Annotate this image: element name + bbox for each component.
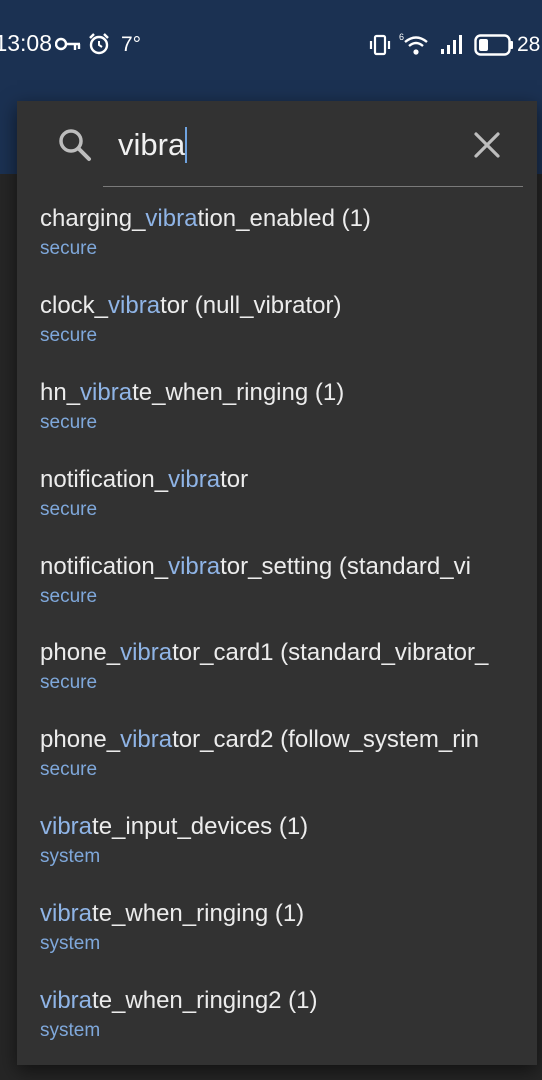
name-match: vibra	[168, 552, 221, 580]
name-suffix: te_when_ringing (1)	[92, 900, 305, 928]
setting-name: hn_vibrate_when_ringing (1)	[40, 377, 344, 409]
name-prefix: hn_	[40, 378, 81, 406]
status-bar: 13:08 7° 6 28	[0, 0, 542, 90]
search-icon	[59, 129, 91, 161]
search-query: vibra	[118, 127, 186, 162]
name-suffix: tor	[220, 465, 249, 493]
setting-namespace: secure	[40, 498, 98, 520]
battery-level: 28	[517, 33, 541, 56]
name-suffix: tor (null_vibrator)	[160, 291, 342, 319]
name-match: vibra	[108, 291, 161, 319]
setting-namespace: secure	[40, 585, 98, 607]
temperature: 7°	[121, 33, 142, 56]
setting-namespace: secure	[40, 759, 98, 781]
vibrate-icon	[369, 34, 391, 56]
name-match: vibra	[120, 639, 173, 667]
name-match: vibra	[120, 726, 173, 754]
search-bar: vibra	[17, 101, 537, 189]
list-item[interactable]: notification_vibrator secure	[17, 462, 537, 549]
setting-namespace: secure	[40, 238, 98, 259]
setting-namespace: system	[40, 1020, 101, 1042]
search-underline	[103, 186, 523, 187]
list-item[interactable]: phone_vibrator_card2 (follow_system_rins…	[17, 722, 537, 809]
close-icon[interactable]	[469, 127, 505, 163]
name-match: vibra	[80, 378, 133, 406]
name-suffix: tor_card1 (standard_vibrator_	[172, 639, 489, 667]
list-item[interactable]: notification_vibrator_setting (standard_…	[17, 549, 537, 636]
key-icon	[55, 37, 81, 51]
list-item[interactable]: phone_vibrator_card1 (standard_vibrator_…	[17, 635, 537, 722]
name-suffix: tion_enabled (1)	[197, 205, 371, 232]
text-caret	[185, 127, 188, 163]
name-suffix: te_when_ringing2 (1)	[92, 987, 318, 1015]
name-match: vibra	[40, 900, 93, 928]
battery-icon	[474, 34, 513, 56]
list-item[interactable]: vibrate_when_ringing (1) system	[17, 896, 537, 983]
setting-name: clock_vibrator (null_vibrator)	[40, 290, 341, 322]
name-prefix: phone_	[40, 726, 121, 754]
name-prefix: notification_	[40, 552, 169, 580]
setting-namespace: secure	[40, 324, 98, 346]
setting-namespace: system	[40, 933, 101, 955]
wifi-icon: 6	[399, 32, 428, 55]
setting-name: charging_vibration_enabled (1)	[40, 203, 371, 235]
setting-name: phone_vibrator_card1 (standard_vibrator_	[40, 637, 488, 669]
list-item[interactable]: hn_vibrate_when_ringing (1) secure	[17, 375, 537, 462]
list-item[interactable]: vibrate_when_ringing2 (1) system	[17, 983, 537, 1070]
setting-name: vibrate_when_ringing (1)	[40, 898, 304, 930]
alarm-icon	[89, 33, 109, 55]
name-suffix: te_when_ringing (1)	[132, 378, 345, 406]
list-item[interactable]: vibrate_input_devices (1) system	[17, 809, 537, 896]
name-match: vibra	[145, 205, 198, 232]
svg-text:6: 6	[399, 32, 404, 42]
name-prefix: notification_	[40, 465, 169, 493]
search-input[interactable]: vibra	[118, 127, 188, 163]
setting-namespace: system	[40, 846, 101, 868]
setting-namespace: secure	[40, 672, 98, 694]
name-match: vibra	[40, 813, 93, 841]
name-suffix: tor_setting (standard_vi	[220, 552, 471, 580]
setting-namespace: secure	[40, 411, 98, 433]
search-dropdown: vibra charging_vibration_enabled (1) secu…	[17, 101, 537, 1065]
name-prefix: clock_	[40, 291, 109, 319]
name-prefix: phone_	[40, 639, 121, 667]
list-item[interactable]: charging_vibration_enabled (1) secure	[17, 201, 537, 288]
results-list: charging_vibration_enabled (1) secure cloc…	[17, 201, 537, 1070]
name-suffix: te_input_devices (1)	[92, 813, 309, 841]
name-suffix: tor_card2 (follow_system_rin	[172, 726, 479, 754]
setting-name: notification_vibrator_setting (standard_…	[40, 551, 471, 583]
name-match: vibra	[40, 987, 93, 1015]
setting-name: vibrate_when_ringing2 (1)	[40, 985, 318, 1017]
setting-name: vibrate_input_devices (1)	[40, 811, 308, 843]
setting-name: notification_vibrator	[40, 464, 248, 496]
name-prefix: charging_	[40, 205, 146, 232]
name-match: vibra	[168, 465, 221, 493]
list-item[interactable]: clock_vibrator (null_vibrator) secure	[17, 288, 537, 375]
signal-icon	[441, 35, 462, 54]
status-time: 13:08	[0, 30, 52, 56]
setting-name: phone_vibrator_card2 (follow_system_rin	[40, 724, 479, 756]
